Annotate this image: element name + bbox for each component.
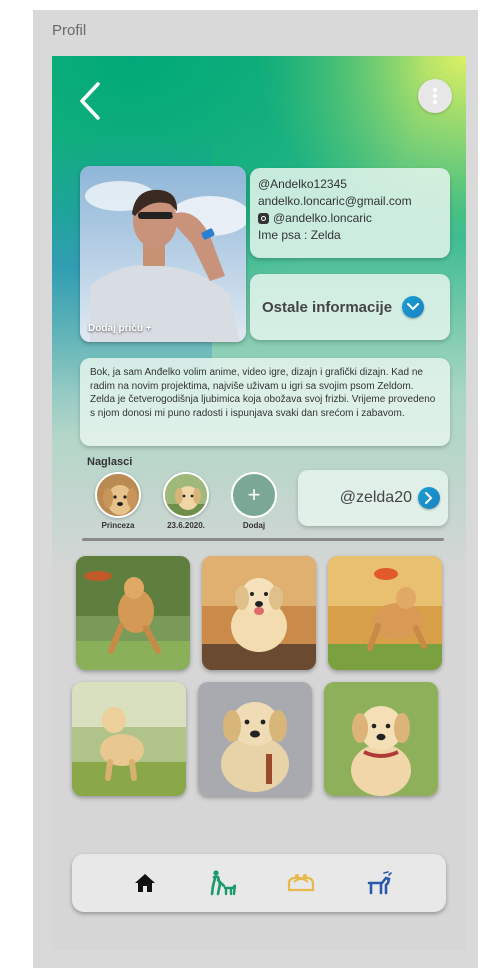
highlight-item[interactable]: 23.6.2020.	[162, 472, 210, 530]
dog-name: Ime psa : Zelda	[258, 228, 341, 242]
post-image	[324, 682, 438, 796]
chevron-right-icon	[418, 487, 440, 509]
post-photo[interactable]	[202, 556, 316, 670]
post-image	[202, 556, 316, 670]
profile-screen: Dodaj priču + @Andelko12345 andelko.lonc…	[52, 56, 466, 950]
plus-icon: +	[231, 472, 277, 518]
nav-bed[interactable]	[286, 868, 316, 898]
highlight-thumbnail	[95, 472, 141, 518]
post-photo[interactable]	[198, 682, 312, 796]
highlights-title: Naglasci	[87, 456, 133, 468]
divider	[82, 538, 444, 541]
more-info-label: Ostale informacije	[262, 298, 393, 316]
post-image	[76, 556, 190, 670]
post-photo[interactable]	[324, 682, 438, 796]
post-photo[interactable]	[76, 556, 190, 670]
post-image	[328, 556, 442, 670]
highlight-label: Princeza	[101, 521, 135, 530]
add-story-button[interactable]: Dodaj priču +	[88, 323, 152, 334]
dog-account-handle: @zelda20	[339, 489, 412, 506]
username: @Andelko12345	[258, 177, 347, 191]
email[interactable]: andelko.loncaric@gmail.com	[258, 193, 442, 210]
bio-card: Bok, ja sam Anđelko volim anime, video i…	[80, 358, 450, 446]
add-highlight-button[interactable]: + Dodaj	[230, 472, 278, 530]
more-options-button[interactable]	[418, 79, 452, 113]
dog-walk-icon	[210, 870, 237, 896]
nav-home[interactable]	[130, 868, 160, 898]
chevron-left-icon	[80, 82, 100, 120]
post-image	[72, 682, 186, 796]
more-info-button[interactable]: Ostale informacije	[250, 274, 450, 340]
dog-bed-icon	[287, 874, 315, 892]
more-vertical-icon	[432, 87, 438, 105]
highlight-label: Dodaj	[242, 521, 266, 530]
nav-walk[interactable]	[208, 868, 238, 898]
home-icon	[135, 874, 155, 892]
back-button[interactable]	[76, 80, 106, 122]
post-image	[198, 682, 312, 796]
highlight-label: 23.6.2020.	[167, 521, 205, 530]
bottom-navigation	[72, 854, 446, 912]
profile-info-card: @Andelko12345 andelko.loncaric@gmail.com…	[250, 168, 450, 258]
highlight-thumbnail	[163, 472, 209, 518]
post-photo[interactable]	[72, 682, 186, 796]
highlight-item[interactable]: Princeza	[94, 472, 142, 530]
frame-title: Profil	[52, 22, 87, 39]
instagram-row[interactable]: @andelko.loncaric	[258, 210, 442, 227]
profile-photo[interactable]: Dodaj priču +	[80, 166, 246, 342]
profile-photo-image	[80, 166, 246, 342]
bio-text: Bok, ja sam Anđelko volim anime, video i…	[90, 367, 436, 419]
nav-play[interactable]	[364, 868, 394, 898]
dog-play-icon	[367, 871, 392, 895]
dog-account-button[interactable]: @zelda20	[298, 470, 448, 526]
chevron-down-icon	[402, 296, 425, 318]
instagram-icon	[258, 213, 269, 224]
instagram-handle: @andelko.loncaric	[273, 211, 372, 225]
post-photo[interactable]	[328, 556, 442, 670]
